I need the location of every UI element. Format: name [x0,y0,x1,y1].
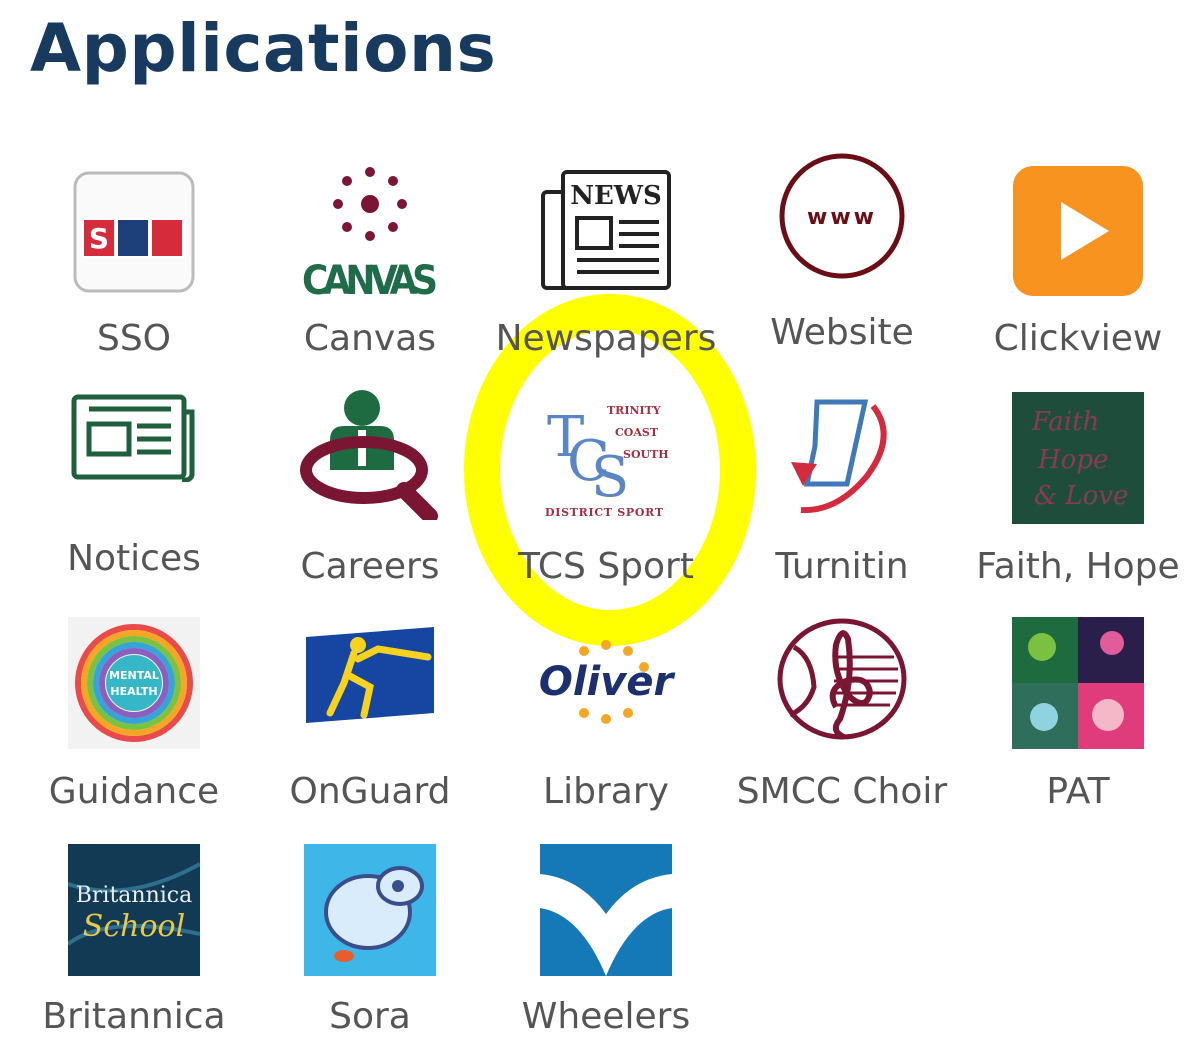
careers-magnifier-icon [300,390,440,520]
app-britannica[interactable]: Britannica School Britannica [16,842,252,1052]
app-label: Notices [67,538,201,579]
app-label: OnGuard [289,771,451,812]
fencer-icon [302,625,438,725]
app-pat[interactable]: PAT [960,615,1196,825]
www-globe-icon: www [778,152,906,280]
choir-treble-clef-icon [774,617,910,749]
app-canvas[interactable]: CANVAS Canvas [252,160,488,370]
turnitin-icon [777,394,907,524]
app-wheelers[interactable]: Wheelers [488,842,724,1052]
pat-collage-icon [1012,617,1144,749]
app-label: SMCC Choir [736,771,948,812]
app-turnitin[interactable]: Turnitin [724,390,960,600]
sso-icon: S [72,170,196,294]
play-icon [1013,166,1143,296]
svg-text:Oliver: Oliver [539,659,676,705]
app-smcc-choir[interactable]: SMCC Choir [724,615,960,825]
svg-text:Faith: Faith [1031,407,1099,437]
app-label: Clickview [993,318,1163,359]
app-label: Faith, Hope [976,546,1180,587]
svg-text:www: www [807,205,877,230]
wheelers-book-icon [540,844,672,976]
app-careers[interactable]: Careers [252,390,488,600]
app-tcs-sport[interactable]: T C S TRINITY COAST SOUTH DISTRICT SPORT… [488,390,724,600]
faith-hope-love-icon: Faith Hope & Love [1012,392,1144,524]
app-website[interactable]: www Website [724,150,960,360]
app-label: PAT [1046,771,1110,812]
app-label: Wheelers [521,996,691,1037]
app-guidance[interactable]: MENTAL HEALTH Guidance [16,615,252,825]
app-label: Canvas [303,318,437,359]
tcs-sport-logo: T C S TRINITY COAST SOUTH DISTRICT SPORT [541,392,671,522]
svg-text:Britannica: Britannica [76,883,193,908]
svg-text:DISTRICT SPORT: DISTRICT SPORT [545,506,664,519]
mental-health-icon: MENTAL HEALTH [68,617,200,749]
canvas-icon: CANVAS [300,166,440,298]
app-faith-hope[interactable]: Faith Hope & Love Faith, Hope [960,390,1196,600]
app-label: TCS Sport [518,546,694,587]
svg-text:School: School [83,909,185,944]
notice-board-icon [71,394,197,482]
svg-text:HEALTH: HEALTH [110,685,157,698]
app-label: Sora [329,996,411,1037]
svg-text:NEWS: NEWS [570,181,662,211]
app-label: Library [543,771,669,812]
svg-text:CANVAS: CANVAS [302,258,438,298]
svg-text:& Love: & Love [1034,481,1128,511]
sora-icon [304,844,436,976]
oliver-library-icon: Oliver [536,637,676,747]
app-sso[interactable]: S SSO [16,160,252,370]
svg-text:COAST: COAST [615,426,659,439]
app-label: SSO [96,318,172,359]
svg-text:Hope: Hope [1037,445,1108,475]
app-label: Website [770,312,914,353]
svg-text:S: S [89,222,109,255]
app-label: Guidance [48,771,220,812]
page-title: Applications [30,10,497,87]
app-sora[interactable]: Sora [252,842,488,1052]
britannica-school-icon: Britannica School [68,844,200,976]
svg-text:TRINITY: TRINITY [607,404,661,417]
app-newspapers[interactable]: NEWS Newspapers [488,160,724,370]
svg-text:SOUTH: SOUTH [623,448,669,461]
app-onguard[interactable]: OnGuard [252,615,488,825]
app-library[interactable]: Oliver Library [488,615,724,825]
app-notices[interactable]: Notices [16,390,252,600]
newspaper-icon: NEWS [539,168,673,292]
app-label: Careers [300,546,440,587]
app-label: Britannica [42,996,226,1037]
app-label: Turnitin [775,546,909,587]
app-label: Newspapers [495,318,717,359]
svg-text:MENTAL: MENTAL [109,669,159,682]
app-clickview[interactable]: Clickview [960,160,1196,370]
